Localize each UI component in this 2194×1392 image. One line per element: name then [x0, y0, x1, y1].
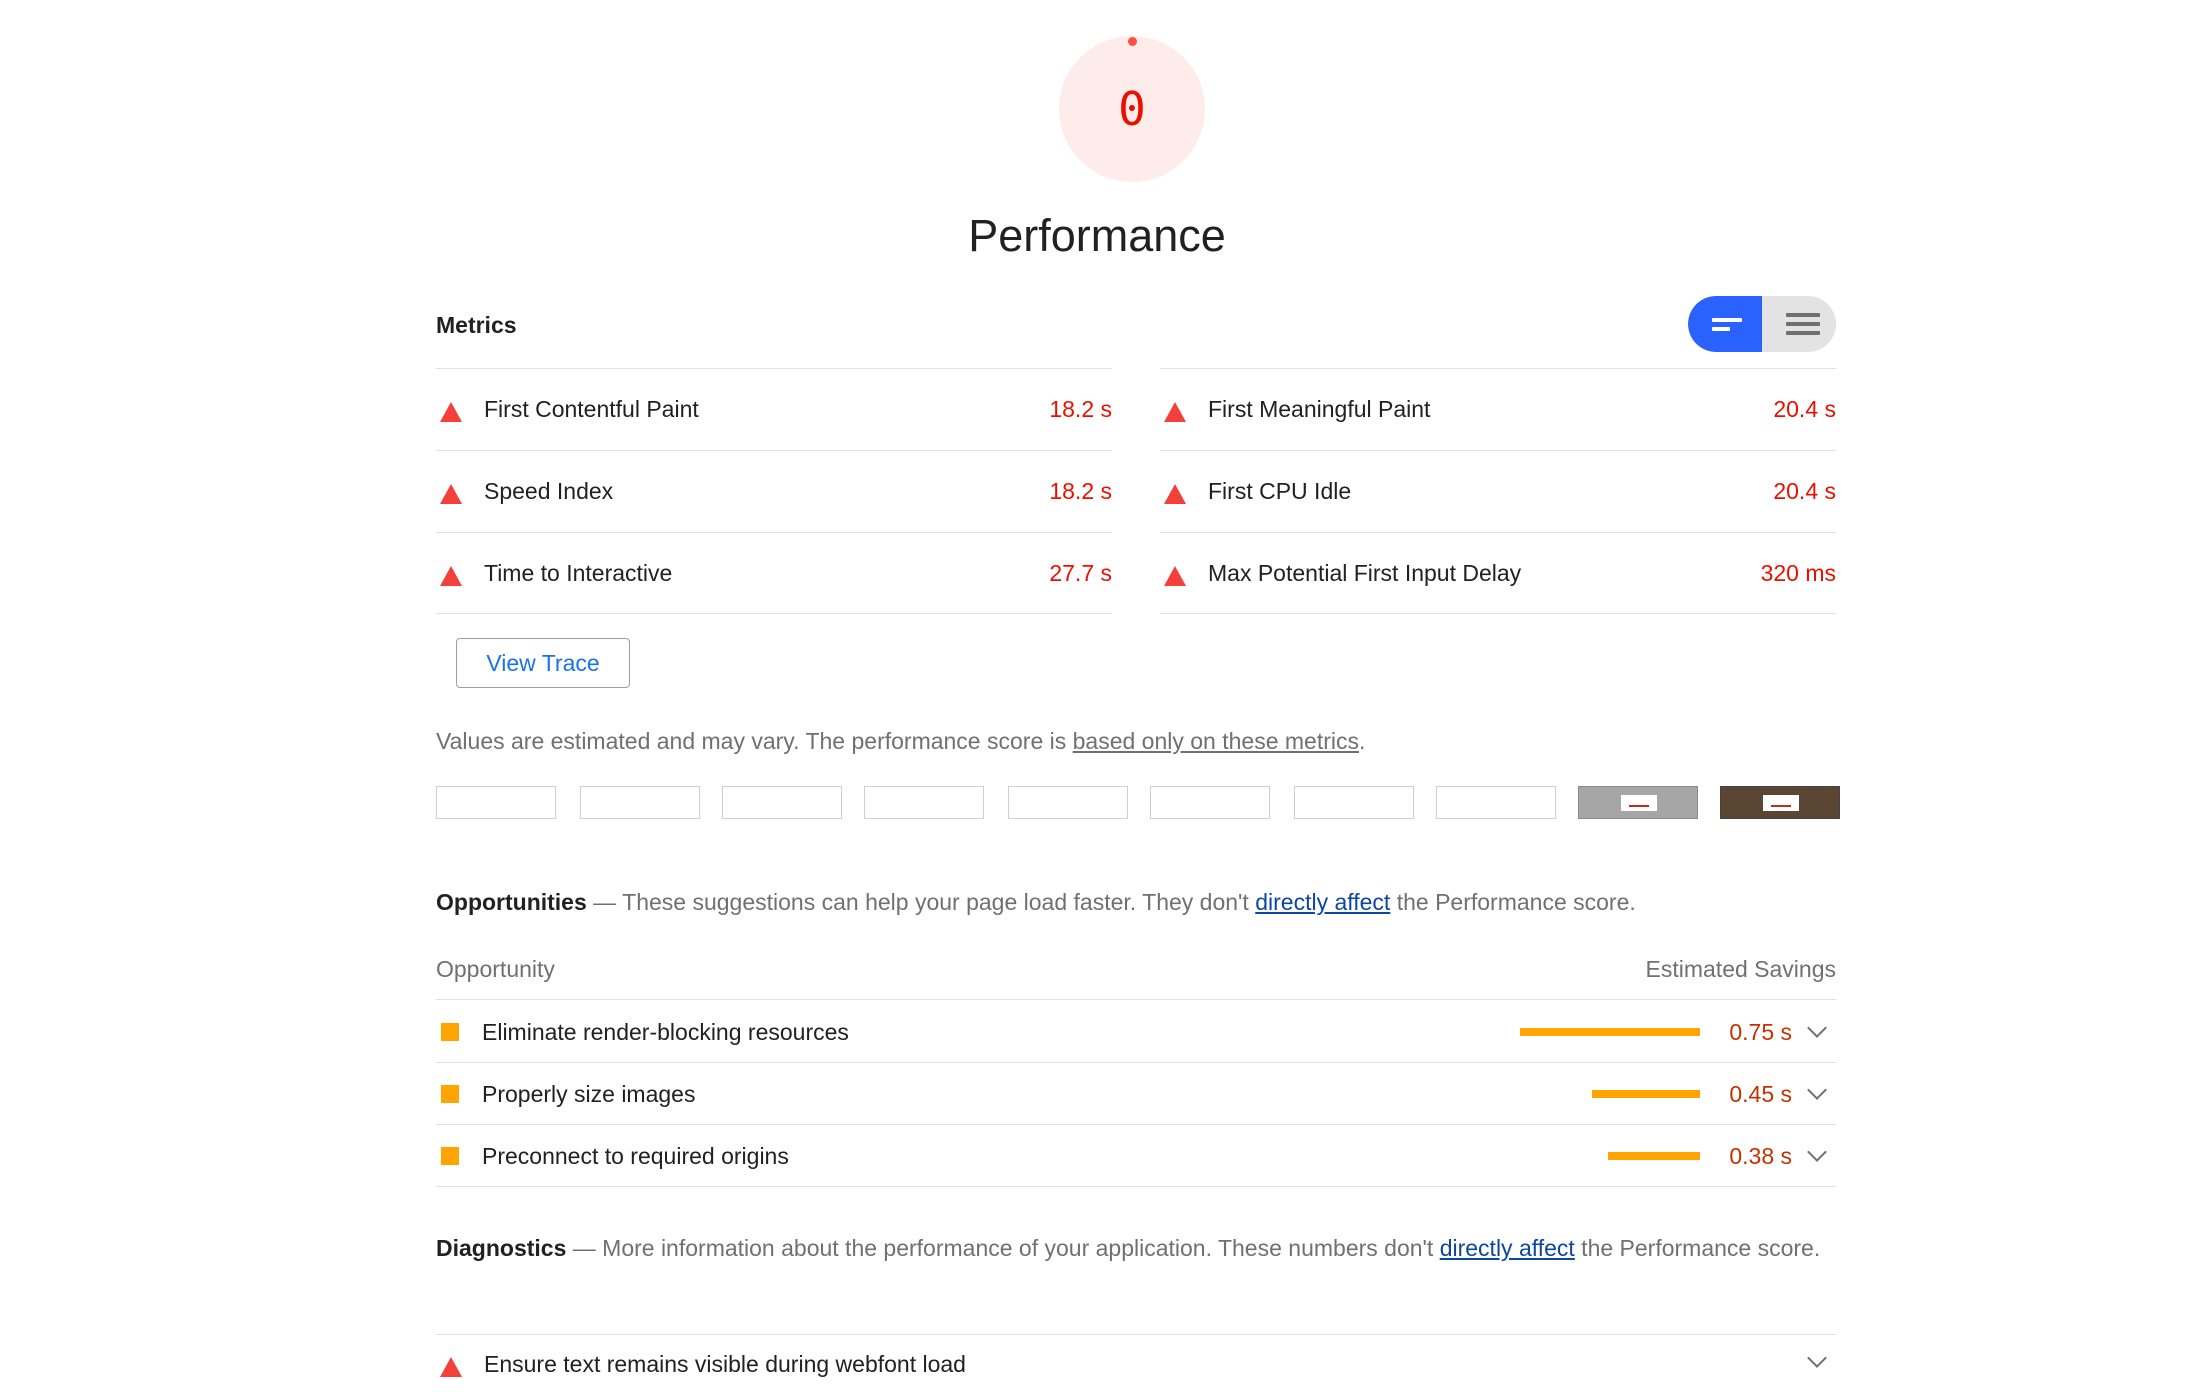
performance-score: 0	[1118, 82, 1146, 136]
description-view-icon[interactable]	[1762, 296, 1836, 352]
fail-triangle-icon	[1164, 402, 1186, 422]
opportunities-desc: These suggestions can help your page loa…	[622, 889, 1256, 915]
metric-name: Max Potential First Input Delay	[1208, 560, 1522, 586]
opportunity-name: Properly size images	[482, 1081, 696, 1107]
filmstrip-frame	[1008, 786, 1128, 819]
fail-triangle-icon	[1164, 484, 1186, 504]
diagnostics-desc: More information about the performance o…	[602, 1235, 1440, 1261]
summary-view-icon[interactable]	[1688, 296, 1762, 352]
page-preview-image	[1763, 795, 1799, 811]
metric-row: First Contentful Paint 18.2 s	[436, 368, 1112, 450]
opportunities-table-header: Opportunity Estimated Savings	[436, 956, 1836, 1000]
savings-bar	[1520, 1028, 1700, 1036]
opportunity-name: Eliminate render-blocking resources	[482, 1019, 849, 1045]
metric-value: 20.4 s	[1773, 396, 1836, 422]
savings-value: 0.75 s	[1729, 1019, 1792, 1045]
metrics-column-right: First Meaningful Paint 20.4 s First CPU …	[1160, 368, 1836, 614]
savings-value: 0.45 s	[1729, 1081, 1792, 1107]
chevron-down-icon[interactable]	[1807, 1018, 1827, 1038]
average-square-icon	[441, 1147, 459, 1165]
filmstrip-frame	[580, 786, 700, 819]
filmstrip-frame	[1578, 786, 1698, 819]
savings-value: 0.38 s	[1729, 1143, 1792, 1169]
chevron-down-icon[interactable]	[1807, 1080, 1827, 1100]
metric-row: Speed Index 18.2 s	[436, 450, 1112, 532]
metric-value: 20.4 s	[1773, 478, 1836, 504]
filmstrip-frame	[864, 786, 984, 819]
opportunities-title: Opportunities	[436, 889, 587, 915]
diagnostic-row[interactable]: Ensure text remains visible during webfo…	[436, 1334, 1836, 1392]
chevron-down-icon[interactable]	[1807, 1348, 1827, 1368]
average-square-icon	[441, 1023, 459, 1041]
metric-row: Time to Interactive 27.7 s	[436, 532, 1112, 614]
fail-triangle-icon	[440, 1357, 462, 1377]
opportunity-row[interactable]: Properly size images 0.45 s	[436, 1063, 1836, 1125]
fail-triangle-icon	[440, 566, 462, 586]
diagnostics-heading: Diagnostics — More information about the…	[436, 1235, 1821, 1261]
scoring-link[interactable]: based only on these metrics	[1073, 728, 1359, 754]
disclaimer-text: Values are estimated and may vary. The p…	[436, 728, 1073, 754]
filmstrip-frame	[722, 786, 842, 819]
metric-name: Time to Interactive	[484, 560, 673, 586]
metrics-header: Metrics	[436, 296, 1836, 358]
metric-name: First CPU Idle	[1208, 478, 1352, 504]
metrics-title: Metrics	[436, 312, 517, 338]
metric-value: 320 ms	[1760, 560, 1836, 586]
disclaimer-end: .	[1359, 728, 1366, 754]
filmstrip	[436, 786, 1840, 820]
metric-value: 18.2 s	[1049, 478, 1112, 504]
directly-affect-link[interactable]: directly affect	[1440, 1235, 1575, 1261]
metric-name: First Contentful Paint	[484, 396, 699, 422]
filmstrip-frame	[1294, 786, 1414, 819]
opportunity-row[interactable]: Eliminate render-blocking resources 0.75…	[436, 1001, 1836, 1063]
metrics-disclaimer: Values are estimated and may vary. The p…	[436, 728, 1365, 755]
diagnostics-title: Diagnostics	[436, 1235, 567, 1261]
average-square-icon	[441, 1085, 459, 1103]
opportunity-name: Preconnect to required origins	[482, 1143, 789, 1169]
metric-value: 27.7 s	[1049, 560, 1112, 586]
filmstrip-frame	[436, 786, 556, 819]
metrics-view-toggle[interactable]	[1688, 296, 1836, 352]
column-opportunity: Opportunity	[436, 956, 555, 982]
diagnostics-desc-end: the Performance score.	[1574, 1235, 1821, 1261]
savings-bar	[1592, 1090, 1700, 1098]
chevron-down-icon[interactable]	[1807, 1142, 1827, 1162]
diagnostic-name: Ensure text remains visible during webfo…	[484, 1351, 966, 1377]
page-preview-image	[1621, 795, 1657, 811]
metric-row: Max Potential First Input Delay 320 ms	[1160, 532, 1836, 614]
category-title: Performance	[968, 210, 1226, 261]
metric-name: First Meaningful Paint	[1208, 396, 1431, 422]
view-trace-button[interactable]: View Trace	[456, 638, 630, 688]
fail-triangle-icon	[1164, 566, 1186, 586]
filmstrip-frame	[1720, 786, 1840, 819]
metric-value: 18.2 s	[1049, 396, 1112, 422]
metric-row: First Meaningful Paint 20.4 s	[1160, 368, 1836, 450]
metric-name: Speed Index	[484, 478, 614, 504]
opportunity-row[interactable]: Preconnect to required origins 0.38 s	[436, 1125, 1836, 1187]
filmstrip-frame	[1150, 786, 1270, 819]
column-estimated-savings: Estimated Savings	[1645, 956, 1836, 982]
fail-triangle-icon	[440, 484, 462, 504]
opportunities-heading: Opportunities — These suggestions can he…	[436, 889, 1636, 915]
metric-row: First CPU Idle 20.4 s	[1160, 450, 1836, 532]
filmstrip-frame	[1436, 786, 1556, 819]
fail-triangle-icon	[440, 402, 462, 422]
directly-affect-link[interactable]: directly affect	[1255, 889, 1390, 915]
savings-bar	[1608, 1152, 1700, 1160]
metrics-column-left: First Contentful Paint 18.2 s Speed Inde…	[436, 368, 1112, 614]
opportunities-desc-end: the Performance score.	[1390, 889, 1636, 915]
